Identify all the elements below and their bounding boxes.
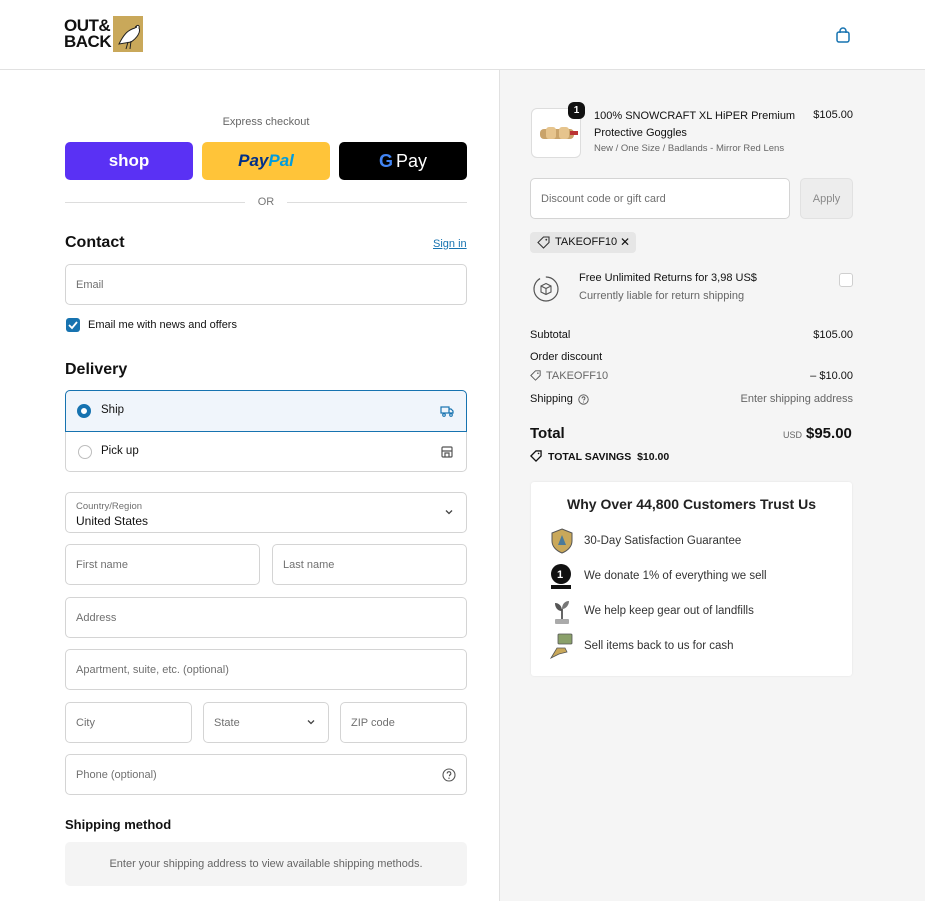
contact-title: Contact	[65, 234, 125, 251]
trust-item: We help keep gear out of landfills	[549, 597, 839, 625]
brand-logo[interactable]: OUT& BACK	[64, 15, 144, 53]
last-name-field[interactable]: Last name	[272, 544, 467, 585]
state-select[interactable]: State	[203, 702, 329, 743]
product-variant: New / One Size / Badlands - Mirror Red L…	[594, 143, 785, 154]
returns-checkbox[interactable]	[839, 273, 853, 287]
tag-icon	[530, 450, 542, 462]
order-discount-row: Order discount	[530, 351, 603, 363]
phone-field[interactable]: Phone (optional)	[65, 754, 467, 795]
trust-panel: Why Over 44,800 Customers Trust Us 30-Da…	[531, 482, 852, 676]
total-label: Total	[530, 425, 565, 442]
quantity-badge: 1	[568, 102, 585, 119]
address-field[interactable]: Address	[65, 597, 467, 638]
tag-icon	[537, 236, 550, 249]
order-summary: 1 100% SNOWCRAFT XL HiPER Premium Protec…	[499, 70, 925, 901]
delivery-title: Delivery	[65, 361, 128, 378]
apply-discount-button[interactable]: Apply	[800, 178, 853, 219]
header: OUT& BACK	[0, 0, 925, 70]
paypal-button[interactable]: Pay Pal	[202, 142, 330, 180]
first-name-field[interactable]: First name	[65, 544, 260, 585]
shopping-bag-icon[interactable]	[834, 26, 852, 44]
shop-pay-button[interactable]: shop	[65, 142, 193, 180]
google-pay-button[interactable]: G Pay	[339, 142, 467, 180]
email-field[interactable]: Email	[65, 264, 467, 305]
trust-item: 30-Day Satisfaction Guarantee	[549, 527, 839, 555]
subtotal-row: Subtotal $105.00	[530, 329, 853, 341]
applied-discount-chip: TAKEOFF10 ✕	[530, 232, 636, 253]
checkout-form: Express checkout shop Pay Pal G Pay OR Co…	[0, 70, 499, 901]
shipping-method-message: Enter your shipping address to view avai…	[65, 842, 467, 886]
trust-item: 1 We donate 1% of everything we sell	[549, 562, 839, 590]
delivery-option-pickup[interactable]: Pick up	[66, 432, 466, 472]
tag-icon	[530, 370, 541, 381]
total-value: $95.00	[806, 425, 852, 442]
product-price: $105.00	[813, 109, 853, 121]
pickup-radio[interactable]	[78, 445, 92, 459]
city-field[interactable]: City	[65, 702, 192, 743]
newsletter-label: Email me with news and offers	[88, 319, 237, 331]
chevron-down-icon	[445, 510, 453, 515]
returns-box-icon	[533, 276, 559, 302]
bird-logo-icon	[113, 16, 144, 52]
shipping-row: Shipping Enter shipping address	[530, 393, 853, 405]
help-circle-icon[interactable]	[578, 394, 589, 405]
shield-badge-icon	[551, 528, 573, 554]
trust-title: Why Over 44,800 Customers Trust Us	[567, 496, 816, 512]
trust-item: Sell items back to us for cash	[549, 632, 839, 660]
returns-title: Free Unlimited Returns for 3,98 US$	[579, 272, 757, 284]
chevron-down-icon	[307, 720, 315, 725]
product-name: 100% SNOWCRAFT XL HiPER Premium Protecti…	[594, 110, 796, 139]
country-select[interactable]: Country/Region United States	[65, 492, 467, 533]
store-icon	[441, 446, 453, 458]
truck-icon	[440, 406, 454, 417]
total-savings: TOTAL SAVINGS $10.00	[530, 450, 669, 463]
sign-in-link[interactable]: Sign in	[433, 238, 467, 250]
google-g-icon: G	[378, 150, 393, 171]
shipping-method-title: Shipping method	[65, 817, 172, 832]
delivery-options: Ship Pick up	[65, 390, 467, 472]
remove-discount-icon[interactable]: ✕	[620, 235, 630, 249]
ship-label: Ship	[101, 404, 125, 416]
svg-text:1: 1	[557, 569, 563, 581]
apartment-field[interactable]: Apartment, suite, etc. (optional)	[65, 649, 467, 690]
currency-code: USD	[783, 430, 803, 440]
express-checkout-label: Express checkout	[222, 116, 310, 128]
pickup-label: Pick up	[101, 445, 139, 457]
cash-hand-icon	[549, 633, 573, 659]
delivery-option-ship[interactable]: Ship	[65, 390, 467, 432]
plant-icon	[555, 601, 569, 624]
zip-field[interactable]: ZIP code	[340, 702, 467, 743]
returns-subtitle: Currently liable for return shipping	[579, 290, 745, 302]
or-divider: OR	[65, 195, 467, 209]
one-percent-planet-icon: 1	[551, 564, 571, 589]
newsletter-checkbox[interactable]	[66, 318, 80, 332]
logo-text: OUT& BACK	[64, 16, 112, 51]
ship-radio[interactable]	[77, 404, 91, 418]
discount-code-input[interactable]: Discount code or gift card	[530, 178, 790, 219]
help-circle-icon[interactable]	[442, 768, 456, 782]
